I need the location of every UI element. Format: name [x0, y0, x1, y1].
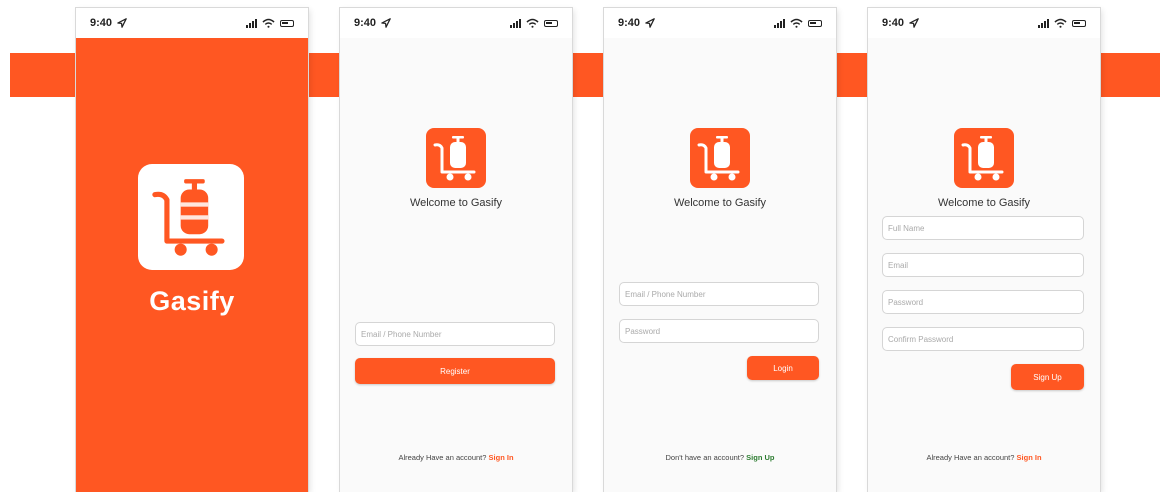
footer-text: Don't have an account? [665, 453, 745, 462]
confirm-password-input[interactable] [882, 327, 1084, 351]
login-screen: 9:40 Welcome to Gasify Login Don't have … [604, 8, 836, 492]
location-arrow-icon [117, 18, 127, 28]
full-name-input[interactable] [882, 216, 1084, 240]
signal-icon [1038, 18, 1049, 28]
status-time: 9:40 [354, 17, 377, 29]
signup-prompt: Don't have an account? Sign Up [604, 453, 836, 462]
signal-icon [774, 18, 785, 28]
sign-up-link[interactable]: Sign Up [746, 453, 774, 462]
battery-icon [1072, 19, 1086, 27]
splash-screen: 9:40 Gasify [76, 8, 308, 492]
battery-icon [544, 19, 558, 27]
login-button[interactable]: Login [747, 356, 819, 380]
battery-icon [280, 19, 294, 27]
app-logo [426, 128, 486, 188]
signup-screen: 9:40 Welcome to Gasify Sign Up Already H… [868, 8, 1100, 492]
wifi-icon [526, 18, 539, 28]
welcome-title: Welcome to Gasify [937, 197, 1031, 209]
gas-cylinder-cart-icon [431, 133, 481, 183]
app-logo [690, 128, 750, 188]
status-bar: 9:40 [340, 8, 572, 38]
gas-cylinder-cart-icon [148, 174, 234, 260]
email-phone-input[interactable] [619, 282, 819, 306]
footer-text: Already Have an account? [926, 453, 1015, 462]
brand-name: Gasify [149, 286, 235, 316]
signin-prompt: Already Have an account? Sign In [340, 453, 572, 462]
welcome-title: Welcome to Gasify [673, 197, 767, 209]
welcome-title: Welcome to Gasify [409, 197, 503, 209]
status-bar: 9:40 [76, 8, 308, 38]
status-bar: 9:40 [604, 8, 836, 38]
status-time: 9:40 [882, 17, 905, 29]
status-time: 9:40 [618, 17, 641, 29]
app-logo [138, 164, 244, 270]
sign-in-link[interactable]: Sign In [1017, 453, 1042, 462]
footer-text: Already Have an account? [398, 453, 487, 462]
signal-icon [510, 18, 521, 28]
signal-icon [246, 18, 257, 28]
signin-prompt: Already Have an account? Sign In [868, 453, 1100, 462]
app-logo [954, 128, 1014, 188]
status-bar: 9:40 [868, 8, 1100, 38]
sign-in-link[interactable]: Sign In [489, 453, 514, 462]
location-arrow-icon [909, 18, 919, 28]
wifi-icon [790, 18, 803, 28]
battery-icon [808, 19, 822, 27]
location-arrow-icon [381, 18, 391, 28]
register-screen: 9:40 Welcome to Gasify Register Already … [340, 8, 572, 492]
location-arrow-icon [645, 18, 655, 28]
email-phone-input[interactable] [355, 322, 555, 346]
wifi-icon [1054, 18, 1067, 28]
password-input[interactable] [619, 319, 819, 343]
password-input[interactable] [882, 290, 1084, 314]
gas-cylinder-cart-icon [695, 133, 745, 183]
register-button[interactable]: Register [355, 358, 555, 384]
email-input[interactable] [882, 253, 1084, 277]
sign-up-button[interactable]: Sign Up [1011, 364, 1084, 390]
gas-cylinder-cart-icon [959, 133, 1009, 183]
status-time: 9:40 [90, 17, 113, 29]
wifi-icon [262, 18, 275, 28]
